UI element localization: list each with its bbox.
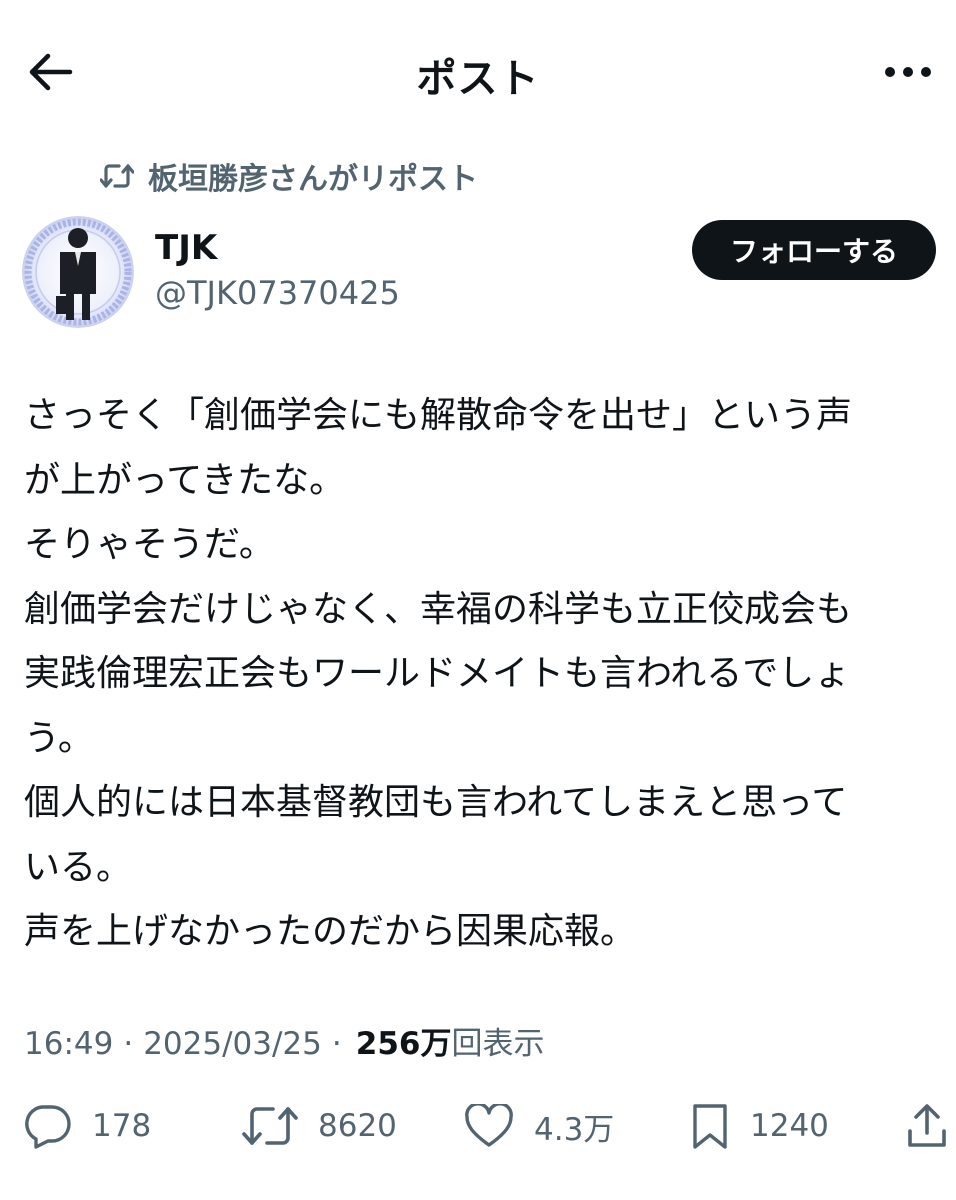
avatar[interactable] (22, 216, 134, 328)
author-display-name[interactable]: TJK (155, 228, 217, 268)
share-button[interactable] (906, 1096, 948, 1156)
post-line: 個人的には日本基督教団も言われてしまえと思って (24, 782, 848, 823)
meta-separator: · (123, 1026, 134, 1062)
repost-button[interactable]: 8620 (242, 1096, 397, 1156)
more-options-button[interactable] (880, 48, 936, 96)
post-text: さっそく「創価学会にも解散命令を出せ」という声 が上がってきたな。 そりゃそうだ… (24, 384, 938, 965)
heart-icon (464, 1104, 514, 1148)
author-handle[interactable]: @TJK07370425 (155, 274, 400, 312)
post-time[interactable]: 16:49 (24, 1026, 113, 1062)
bookmark-count: 1240 (750, 1108, 829, 1144)
repost-count: 8620 (318, 1108, 397, 1144)
follow-button[interactable]: フォローする (692, 220, 936, 280)
bookmark-icon (690, 1102, 730, 1150)
reply-count: 178 (92, 1108, 152, 1144)
post-meta: 16:49 · 2025/03/25 · 256万 回表示 (24, 1018, 544, 1063)
like-button[interactable]: 4.3万 (464, 1096, 614, 1156)
more-horizontal-icon (885, 67, 931, 77)
reply-icon (22, 1103, 72, 1149)
post-line: いる。 (24, 846, 133, 888)
action-bar: 178 8620 4.3万 1240 (0, 1096, 956, 1156)
post-line: 創価学会だけじゃなく、幸福の科学も立正佼成会も (24, 588, 853, 630)
views-label: 回表示 (451, 1026, 545, 1062)
repost-context-text: 板垣勝彦さんがリポスト (148, 162, 478, 197)
repost-icon (242, 1103, 298, 1149)
like-count: 4.3万 (534, 1111, 615, 1148)
reply-button[interactable]: 178 (22, 1096, 151, 1156)
post-date[interactable]: 2025/03/25 (143, 1026, 322, 1062)
post-line: が上がってきたな。 (24, 459, 346, 501)
views-count: 256万 (355, 1026, 452, 1062)
repost-icon (100, 162, 134, 190)
bookmark-button[interactable]: 1240 (690, 1096, 829, 1156)
post-line: う。 (24, 717, 94, 759)
post-line: 声を上げなかったのだから因果応報。 (24, 911, 637, 952)
top-bar: ポスト (0, 0, 956, 140)
post-line: さっそく「創価学会にも解散命令を出せ」という声 (24, 395, 853, 436)
page-title: ポスト (416, 56, 540, 102)
repost-context[interactable]: 板垣勝彦さんがリポスト (100, 154, 478, 198)
post-line: 実践倫理宏正会もワールドメイトも言われるでしょ (24, 653, 851, 694)
businessman-avatar-icon (22, 216, 134, 328)
post-line: そりゃそうだ。 (24, 524, 275, 565)
meta-separator: · (331, 1026, 342, 1062)
share-icon (906, 1103, 948, 1149)
